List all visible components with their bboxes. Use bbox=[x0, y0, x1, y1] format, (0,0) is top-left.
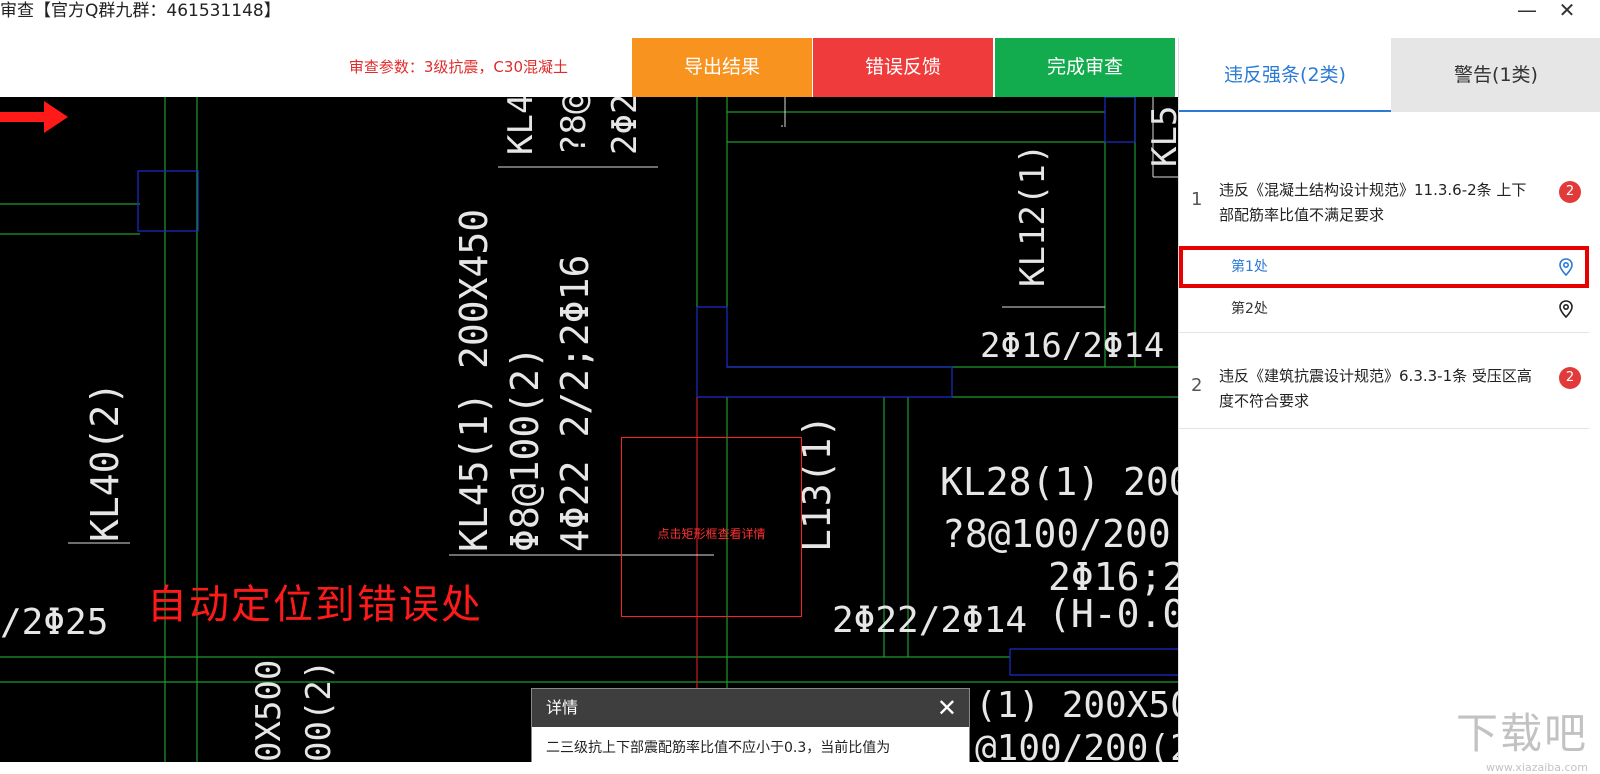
drawing-label: Φ8@100(2) bbox=[503, 346, 547, 552]
location-item-2[interactable]: 第2处 bbox=[1179, 288, 1589, 330]
close-button[interactable]: ✕ bbox=[1552, 0, 1582, 22]
drawing-label: 2Φ16/2Φ14 bbox=[980, 326, 1164, 366]
drawing-label: ?8@ bbox=[554, 97, 594, 155]
results-panel: 违反强条(2类) 警告(1类) 1 违反《混凝土结构设计规范》11.3.6-2条… bbox=[1178, 38, 1600, 762]
details-popup: 详情 ✕ 二三级抗上下部震配筋率比值不应小于0.3，当前比值为 bbox=[531, 688, 970, 762]
drawing-label: 00(2) bbox=[299, 660, 339, 762]
location-label: 第1处 bbox=[1231, 259, 1268, 275]
count-badge: 2 bbox=[1559, 367, 1581, 389]
drawing-label: (H-0.05 bbox=[1048, 592, 1178, 636]
error-highlight-rect[interactable]: 点击矩形框查看详情 bbox=[621, 437, 802, 617]
finish-review-button[interactable]: 完成审查 bbox=[995, 38, 1175, 97]
window-title: 审查【官方Q群九群：461531148】 bbox=[0, 1, 281, 21]
drawing-label: (1) 200X500 bbox=[975, 685, 1178, 726]
drawing-label: KL5 bbox=[1145, 106, 1178, 167]
watermark-main: 下载吧 bbox=[1456, 709, 1589, 758]
error-rect-hint: 点击矩形框查看详情 bbox=[657, 527, 766, 541]
location-label: 第2处 bbox=[1231, 301, 1268, 317]
drawing-label: 2Φ2 bbox=[605, 97, 645, 155]
drawing-label: 2Φ22/2Φ14 bbox=[832, 600, 1027, 641]
location-pin-icon[interactable] bbox=[1557, 300, 1575, 318]
toolbar: 审查参数：3级抗震，C30混凝土 导出结果 错误反馈 完成审查 bbox=[0, 38, 1178, 97]
auto-locate-annotation: 自动定位到错误处 bbox=[147, 582, 483, 628]
result-tabs: 违反强条(2类) 警告(1类) bbox=[1179, 38, 1600, 112]
drawing-label: KL4 bbox=[501, 97, 541, 155]
drawing-label: KL40(2) bbox=[83, 382, 127, 542]
popup-header: 详情 ✕ bbox=[532, 689, 969, 727]
drawing-label: KL28(1) 200X4 bbox=[940, 460, 1178, 504]
location-pin-icon[interactable] bbox=[1557, 258, 1575, 276]
drawing-label: @100/200(2) bbox=[975, 728, 1178, 762]
tab-warnings[interactable]: 警告(1类) bbox=[1391, 38, 1600, 112]
drawing-label: KL12(1) bbox=[1013, 144, 1053, 287]
drawing-canvas[interactable]: KL4 ?8@ 2Φ2 KL12(1) KL5 2Φ16/2Φ14 KL40(2… bbox=[0, 97, 1178, 762]
popup-body: 二三级抗上下部震配筋率比值不应小于0.3，当前比值为 bbox=[546, 740, 891, 756]
drawing-label: 4Φ22 2/2;2Φ16 bbox=[553, 255, 597, 552]
drawing-label: ?8@100/200( bbox=[942, 512, 1178, 556]
review-params: 审查参数：3级抗震，C30混凝土 bbox=[348, 58, 568, 76]
rule-item: 2 违反《建筑抗震设计规范》6.3.3-1条 受压区高度不符合要求 2 bbox=[1179, 332, 1589, 429]
error-feedback-button[interactable]: 错误反馈 bbox=[813, 38, 993, 97]
rule-number: 1 bbox=[1191, 189, 1203, 210]
location-item-1[interactable]: 第1处 bbox=[1179, 246, 1589, 288]
arrow-right-icon bbox=[0, 101, 68, 133]
export-results-button[interactable]: 导出结果 bbox=[632, 38, 812, 97]
watermark-logo: 下载吧 www.xiazaiba.com bbox=[1456, 700, 1588, 774]
drawing-label: 0X500 bbox=[249, 660, 289, 762]
title-bar: 审查【官方Q群九群：461531148】 — ✕ bbox=[0, 0, 1600, 38]
minimize-button[interactable]: — bbox=[1512, 0, 1542, 22]
drawing-label: KL45(1) 200X450 bbox=[452, 209, 496, 552]
popup-title: 详情 bbox=[546, 698, 579, 717]
close-icon[interactable]: ✕ bbox=[937, 689, 957, 727]
rule-item: 1 违反《混凝土结构设计规范》11.3.6-2条 上下部配筋率比值不满足要求 2… bbox=[1179, 112, 1589, 333]
tab-violations[interactable]: 违反强条(2类) bbox=[1179, 38, 1391, 112]
drawing-label: /2Φ25 bbox=[0, 602, 108, 643]
rule-number: 2 bbox=[1191, 375, 1203, 396]
rule-text[interactable]: 违反《混凝土结构设计规范》11.3.6-2条 上下部配筋率比值不满足要求 bbox=[1219, 178, 1537, 228]
count-badge: 2 bbox=[1559, 181, 1581, 203]
cad-drawing: KL4 ?8@ 2Φ2 KL12(1) KL5 2Φ16/2Φ14 KL40(2… bbox=[0, 97, 1178, 762]
rule-text[interactable]: 违反《建筑抗震设计规范》6.3.3-1条 受压区高度不符合要求 bbox=[1219, 364, 1537, 414]
watermark-sub: www.xiazaiba.com bbox=[1485, 761, 1589, 774]
